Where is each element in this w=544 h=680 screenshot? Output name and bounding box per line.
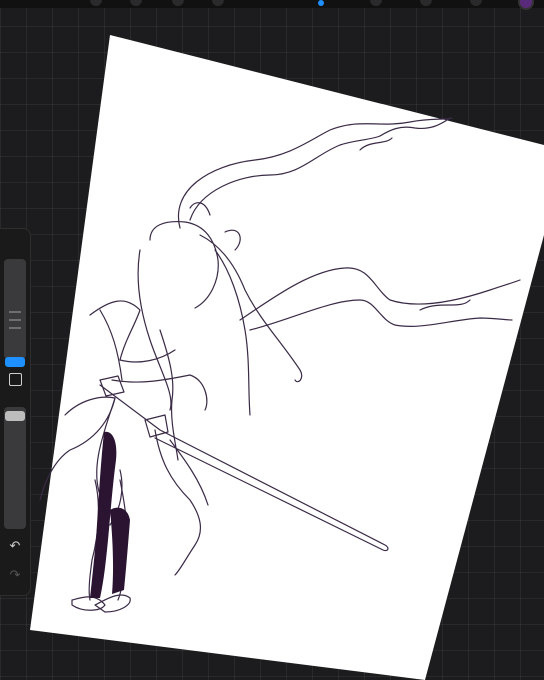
opacity-slider[interactable] bbox=[4, 407, 26, 529]
undo-icon[interactable]: ↶ bbox=[6, 538, 24, 556]
drawing-canvas[interactable] bbox=[0, 0, 544, 680]
brush-size-handle[interactable] bbox=[5, 357, 25, 367]
redo-icon[interactable]: ↷ bbox=[6, 567, 24, 585]
sidebar: ↶ ↷ bbox=[0, 228, 31, 596]
opacity-handle[interactable] bbox=[5, 411, 25, 421]
square-icon[interactable] bbox=[6, 371, 24, 389]
paper bbox=[30, 35, 544, 680]
brush-size-slider[interactable] bbox=[4, 259, 26, 367]
